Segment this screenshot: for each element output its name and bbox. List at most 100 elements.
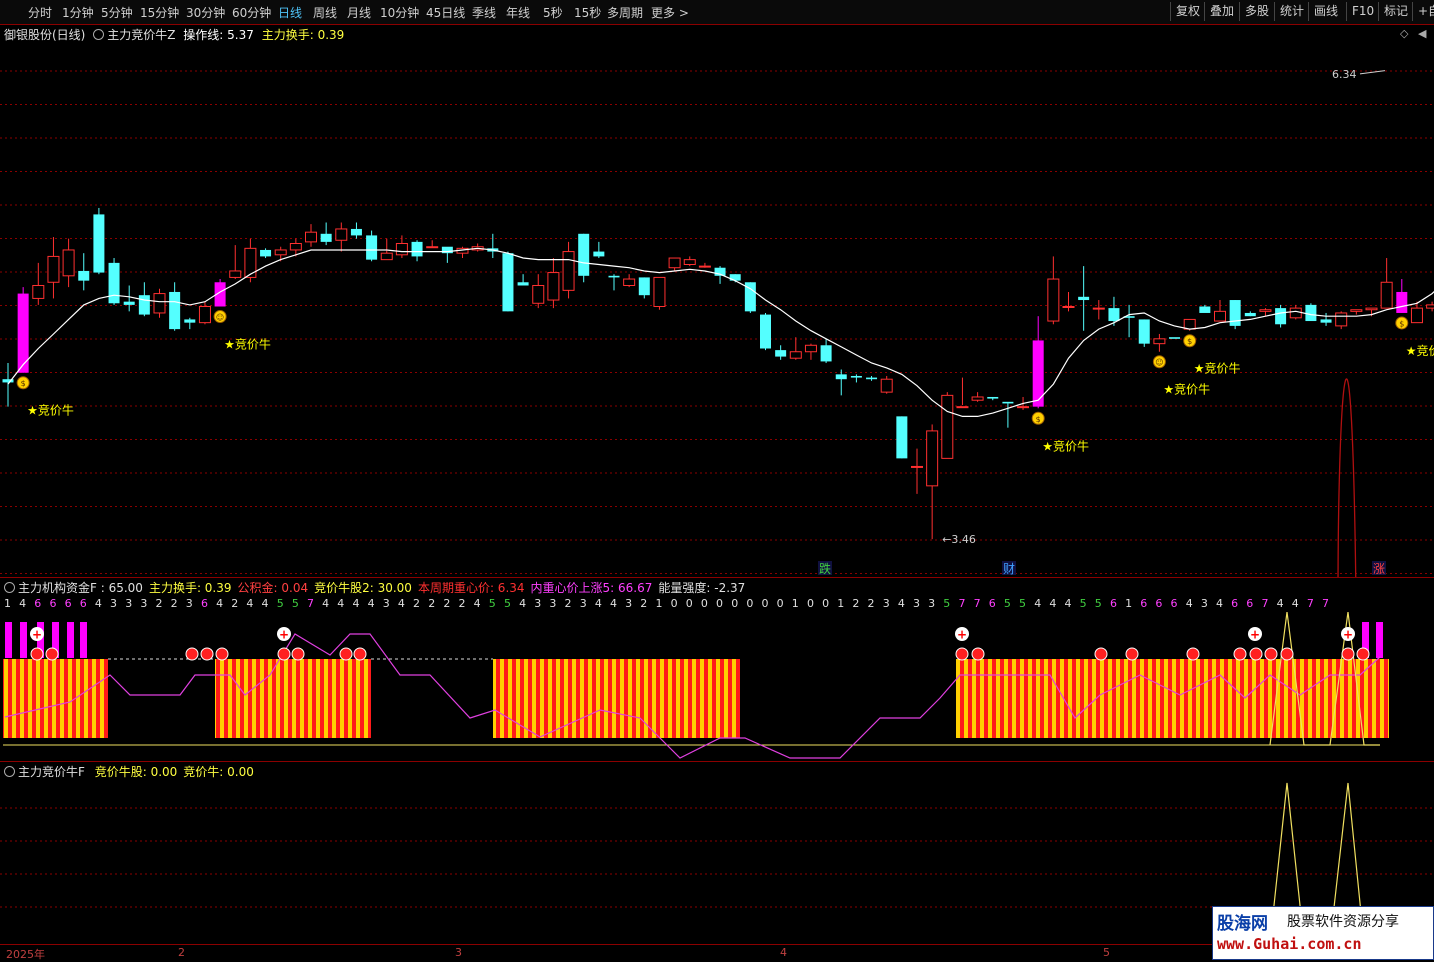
period-tab-15[interactable]: 多周期 — [607, 4, 643, 21]
date-label-may: 5 — [1103, 946, 1110, 959]
digit-cell: 1 — [791, 597, 799, 610]
period-tab-8[interactable]: 月线 — [347, 4, 371, 21]
digit-cell: 5 — [503, 597, 511, 610]
period-tab-4[interactable]: 30分钟 — [186, 4, 225, 21]
period-tab-3[interactable]: 15分钟 — [140, 4, 179, 21]
digit-cell: 6 — [1140, 597, 1148, 610]
candle-body — [880, 378, 893, 393]
toolbar-button-2[interactable]: 多股 — [1239, 2, 1274, 21]
digit-cell: 4 — [216, 597, 224, 610]
candle-body — [441, 246, 453, 254]
period-tab-2[interactable]: 5分钟 — [101, 4, 133, 21]
digit-cell: 1 — [1125, 597, 1133, 610]
period-tab-14[interactable]: 15秒 — [574, 4, 601, 21]
event-label: 跌 — [819, 561, 831, 576]
candle-body — [547, 272, 560, 301]
toolbar-button-4[interactable]: 画线 — [1308, 2, 1343, 21]
signal-glyph: $ — [1036, 415, 1041, 424]
fund-block — [493, 659, 740, 738]
date-label-apr: 4 — [780, 946, 787, 959]
fund-block — [956, 659, 1389, 738]
candle-body — [517, 282, 529, 286]
digit-cell: 6 — [1170, 597, 1178, 610]
sub2-item-0: 主力竞价牛F — [18, 765, 89, 779]
candle-body — [1092, 307, 1105, 310]
candle-body — [1108, 308, 1120, 322]
candle-body — [426, 246, 439, 249]
candle-body — [1320, 319, 1332, 323]
red-ball-icon — [1264, 647, 1278, 661]
candle-body — [608, 275, 620, 278]
signal-label: ★竞价牛 — [1194, 361, 1241, 376]
digit-cell: 4 — [352, 597, 360, 610]
plus-glyph: + — [1250, 628, 1260, 642]
digit-cell: 7 — [1306, 597, 1314, 610]
digit-cell: 2 — [155, 597, 163, 610]
signal-glyph: $ — [21, 379, 26, 388]
period-tab-5[interactable]: 60分钟 — [232, 4, 271, 21]
candle-body — [169, 291, 181, 330]
digit-cell: 0 — [700, 597, 708, 610]
red-ball-icon — [1280, 647, 1294, 661]
sub1-item-1: 主力换手: 0.39 — [148, 581, 232, 595]
sub1-settings-icon[interactable] — [4, 582, 15, 593]
candle-body — [1138, 319, 1150, 344]
digit-cell: 7 — [1322, 597, 1330, 610]
candle-body — [1062, 306, 1075, 308]
candle-body — [866, 377, 878, 380]
period-tab-1[interactable]: 1分钟 — [62, 4, 94, 21]
digit-cell: 7 — [1261, 597, 1269, 610]
sub1-item-3: 竞价牛股2: 30.00 — [314, 581, 412, 595]
toolbar-button-1[interactable]: 叠加 — [1204, 2, 1239, 21]
digit-cell: 4 — [897, 597, 905, 610]
digit-cell: 0 — [746, 597, 754, 610]
magenta-bar — [80, 622, 87, 658]
toolbar-button-5[interactable]: F10 — [1346, 2, 1379, 21]
digit-cell: 4 — [367, 597, 375, 610]
red-ball-icon — [45, 647, 59, 661]
digit-cell: 4 — [1034, 597, 1042, 610]
toolbar-button-3[interactable]: 统计 — [1274, 2, 1309, 21]
digit-cell: 0 — [806, 597, 814, 610]
candle-body — [93, 214, 105, 273]
event-label: 财 — [1003, 562, 1015, 576]
period-tab-16[interactable]: 更多 > — [651, 4, 689, 21]
candle-body — [638, 277, 650, 296]
signal-glyph: ☺ — [216, 313, 224, 322]
period-tab-10[interactable]: 45日线 — [426, 4, 465, 21]
candle-body — [1214, 310, 1226, 322]
sub1-digit-row: 1466664333223642445574444342222455433234… — [0, 597, 1434, 611]
period-tab-12[interactable]: 年线 — [506, 4, 530, 21]
candle-body — [653, 276, 666, 307]
magenta-bar — [20, 622, 27, 658]
digit-cell: 4 — [94, 597, 102, 610]
candle-body — [941, 394, 954, 459]
sub2-settings-icon[interactable] — [4, 766, 15, 777]
digit-cell: 4 — [1276, 597, 1284, 610]
toolbar-button-7[interactable]: +自 — [1412, 2, 1434, 21]
sub1-header: 主力机构资金F : 65.00 主力换手: 0.39 公积金: 0.04 竞价牛股2:… — [4, 579, 751, 596]
period-tab-7[interactable]: 周线 — [313, 4, 337, 21]
period-tab-6[interactable]: 日线 — [278, 4, 302, 21]
period-tab-9[interactable]: 10分钟 — [380, 4, 419, 21]
period-tab-11[interactable]: 季线 — [472, 4, 496, 21]
candle-body — [1183, 318, 1196, 330]
digit-cell: 0 — [761, 597, 769, 610]
digit-cell: 6 — [988, 597, 996, 610]
digit-cell: 3 — [913, 597, 920, 610]
digit-cell: 3 — [534, 597, 542, 610]
candle-body — [1350, 309, 1363, 312]
candle-body — [668, 257, 681, 269]
digit-cell: 4 — [1216, 597, 1223, 610]
watermark-slogan: 股票软件资源分享 — [1287, 914, 1399, 930]
period-toolbar: 分时 1分钟 5分钟 15分钟 30分钟 60分钟 日线 周线 月线 10分钟 45日线 季线 年线 5秒… — [0, 0, 1434, 25]
digit-cell: 1 — [837, 597, 845, 610]
digit-cell: 5 — [1079, 597, 1087, 610]
toolbar-button-6[interactable]: 标记 — [1378, 2, 1413, 21]
candle-body — [593, 251, 605, 257]
period-tab-13[interactable]: 5秒 — [543, 4, 563, 21]
toolbar-button-0[interactable]: 复权 — [1170, 2, 1205, 21]
period-tab-0[interactable]: 分时 — [28, 4, 52, 21]
high-price-arrow — [1359, 70, 1386, 75]
signal-glyph: $ — [1399, 319, 1404, 328]
